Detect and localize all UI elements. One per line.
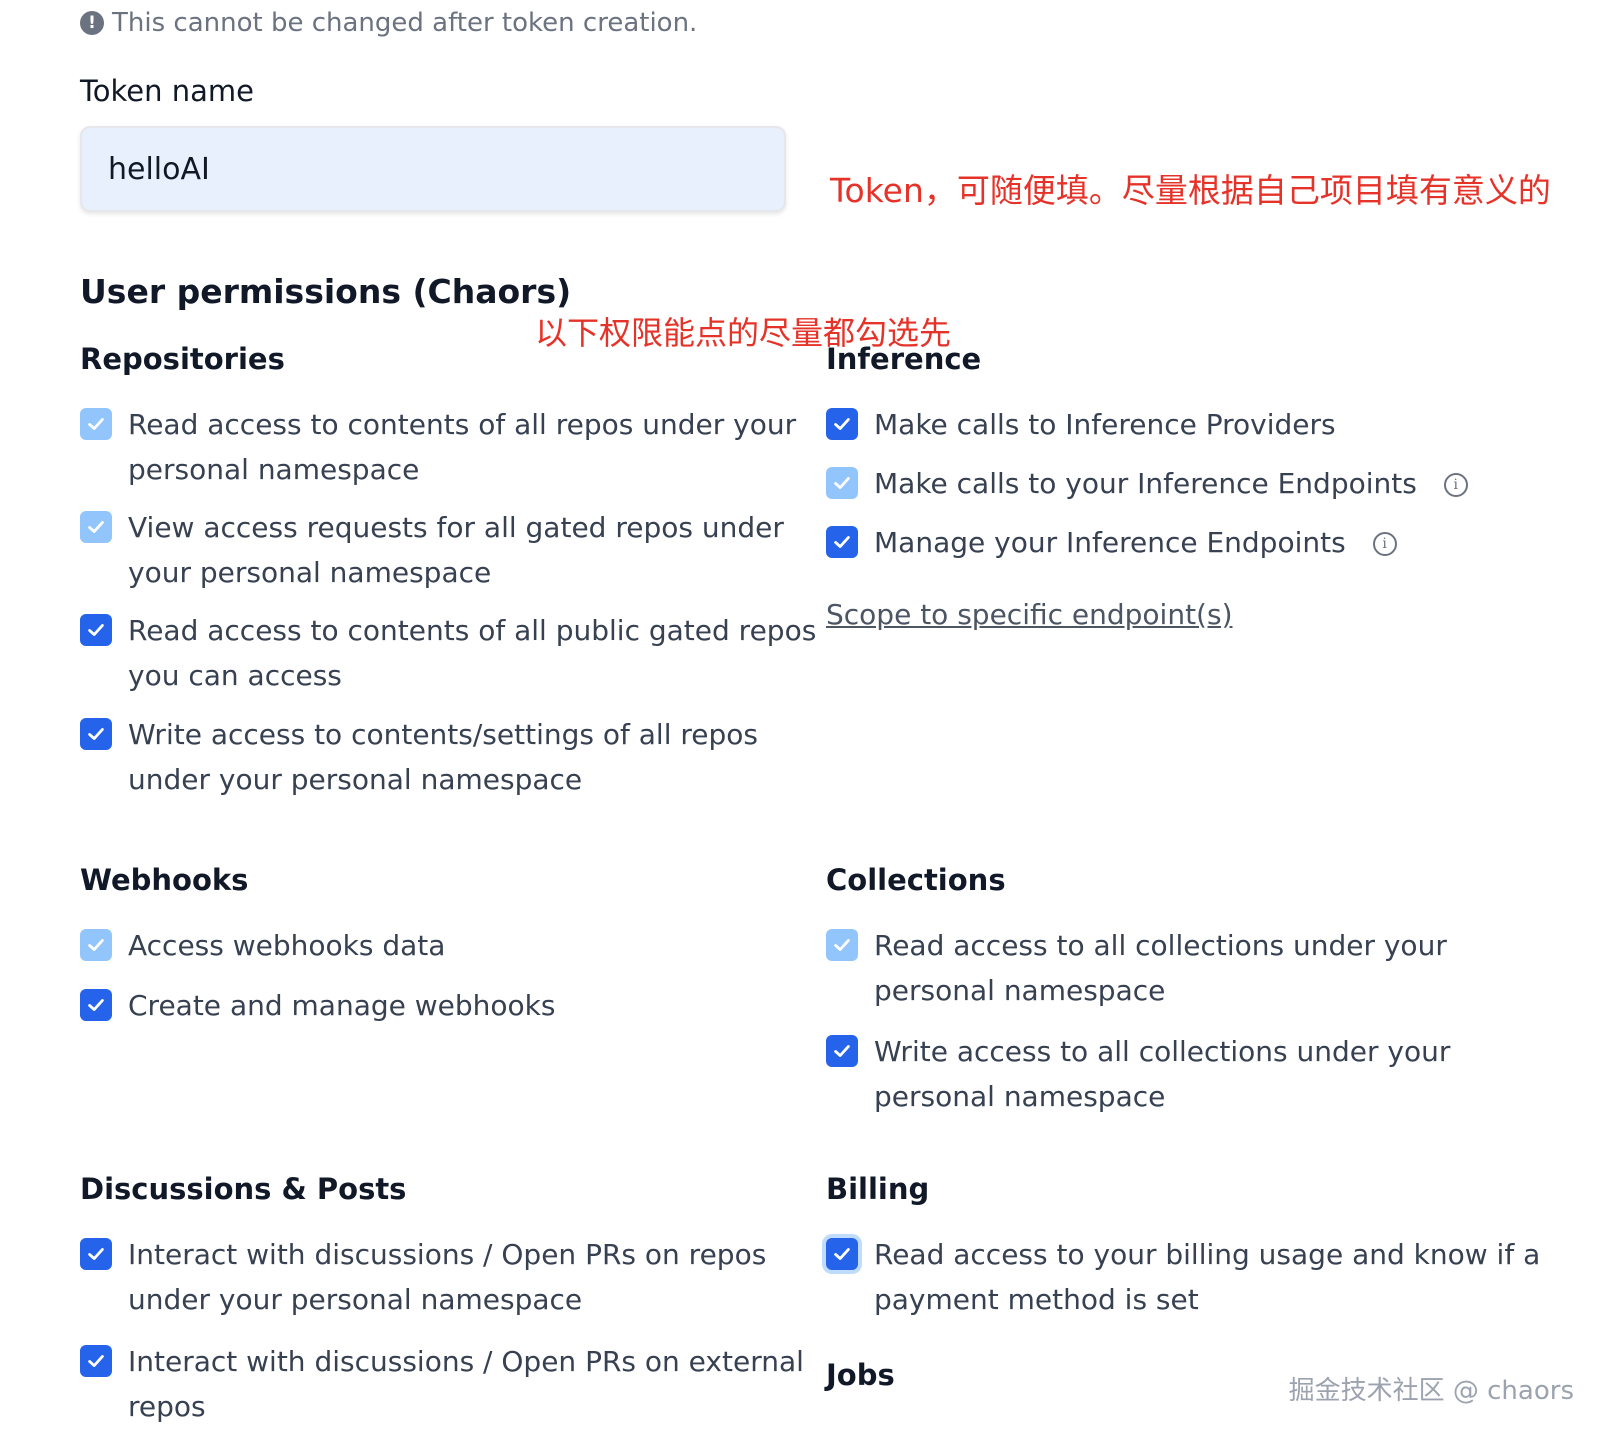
collections-write-row[interactable]: Write access to all collections under yo…: [826, 1029, 1450, 1119]
collections-read-label: Read access to all collections under you…: [874, 929, 1447, 1007]
discussions-own-repos-checkbox[interactable]: [80, 1238, 112, 1270]
check-icon: [88, 521, 104, 533]
watermark: 掘金技术社区 @ chaors: [1288, 1376, 1574, 1406]
repo-write-checkbox[interactable]: [80, 718, 112, 750]
inference-title: Inference: [826, 342, 982, 376]
token-name-label: Token name: [80, 74, 254, 108]
repo-view-access-requests-row[interactable]: View access requests for all gated repos…: [80, 505, 784, 595]
token-name-input[interactable]: [80, 126, 786, 212]
discussions-own-repos-row[interactable]: Interact with discussions / Open PRs on …: [80, 1232, 766, 1322]
repo-view-access-requests-checkbox[interactable]: [80, 511, 112, 543]
check-icon: [834, 1045, 850, 1057]
collections-write-label: Write access to all collections under yo…: [874, 1035, 1451, 1113]
notice-text: This cannot be changed after token creat…: [112, 8, 698, 38]
check-icon: [88, 939, 104, 951]
inference-endpoints-manage-label: Manage your Inference Endpoints: [874, 526, 1346, 559]
discussions-own-repos-label: Interact with discussions / Open PRs on …: [128, 1238, 767, 1316]
scope-endpoints-link[interactable]: Scope to specific endpoint(s): [826, 598, 1233, 631]
repo-write-label: Write access to contents/settings of all…: [128, 718, 758, 796]
webhooks-title: Webhooks: [80, 863, 249, 897]
jobs-title: Jobs: [826, 1358, 895, 1392]
inference-providers-row[interactable]: Make calls to Inference Providers: [826, 402, 1336, 447]
check-icon: [88, 624, 104, 636]
repo-read-public-gated-row[interactable]: Read access to contents of all public ga…: [80, 608, 816, 698]
webhooks-access-checkbox[interactable]: [80, 929, 112, 961]
discussions-external-repos-checkbox[interactable]: [80, 1345, 112, 1377]
inference-providers-label: Make calls to Inference Providers: [874, 408, 1336, 441]
immutable-notice: ! This cannot be changed after token cre…: [80, 6, 697, 40]
repo-view-access-requests-label: View access requests for all gated repos…: [128, 511, 784, 589]
check-icon: [834, 1248, 850, 1260]
billing-read-checkbox[interactable]: [826, 1238, 858, 1270]
collections-write-checkbox[interactable]: [826, 1035, 858, 1067]
check-icon: [88, 418, 104, 430]
check-icon: [88, 999, 104, 1011]
inference-providers-checkbox[interactable]: [826, 408, 858, 440]
billing-title: Billing: [826, 1172, 930, 1206]
check-icon: [834, 939, 850, 951]
exclamation-icon: !: [80, 11, 104, 35]
webhooks-manage-checkbox[interactable]: [80, 989, 112, 1021]
repo-read-public-gated-label: Read access to contents of all public ga…: [128, 614, 817, 692]
check-icon: [88, 1248, 104, 1260]
discussions-title: Discussions & Posts: [80, 1172, 407, 1206]
info-icon[interactable]: i: [1372, 532, 1397, 556]
inference-endpoints-calls-label: Make calls to your Inference Endpoints: [874, 467, 1417, 500]
check-icon: [834, 536, 850, 548]
collections-read-row[interactable]: Read access to all collections under you…: [826, 923, 1447, 1013]
repo-read-checkbox-row[interactable]: Read access to contents of all repos und…: [80, 402, 796, 492]
collections-read-checkbox[interactable]: [826, 929, 858, 961]
discussions-external-repos-row[interactable]: Interact with discussions / Open PRs on …: [80, 1339, 804, 1429]
repo-read-label: Read access to contents of all repos und…: [128, 408, 797, 486]
repo-read-checkbox[interactable]: [80, 408, 112, 440]
check-icon: [834, 477, 850, 489]
webhooks-access-label: Access webhooks data: [128, 929, 446, 962]
discussions-external-repos-label: Interact with discussions / Open PRs on …: [128, 1345, 804, 1423]
inference-endpoints-calls-checkbox[interactable]: [826, 467, 858, 499]
billing-read-label: Read access to your billing usage and kn…: [874, 1238, 1541, 1316]
webhooks-manage-row[interactable]: Create and manage webhooks: [80, 983, 555, 1028]
token-annotation: Token，可随便填。尽量根据自己项目填有意义的: [830, 171, 1551, 210]
repo-write-row[interactable]: Write access to contents/settings of all…: [80, 712, 758, 802]
collections-title: Collections: [826, 863, 1006, 897]
repositories-title: Repositories: [80, 342, 285, 376]
info-icon[interactable]: i: [1443, 473, 1468, 497]
repo-read-public-gated-checkbox[interactable]: [80, 614, 112, 646]
check-icon: [88, 1355, 104, 1367]
inference-endpoints-manage-checkbox[interactable]: [826, 526, 858, 558]
webhooks-manage-label: Create and manage webhooks: [128, 989, 556, 1022]
inference-endpoints-manage-row[interactable]: Manage your Inference Endpoints i: [826, 520, 1397, 565]
user-permissions-title: User permissions (Chaors): [80, 272, 572, 311]
inference-endpoints-calls-row[interactable]: Make calls to your Inference Endpoints i: [826, 461, 1468, 506]
check-icon: [88, 728, 104, 740]
billing-read-row[interactable]: Read access to your billing usage and kn…: [826, 1232, 1540, 1322]
webhooks-access-row[interactable]: Access webhooks data: [80, 923, 445, 968]
check-icon: [834, 418, 850, 430]
